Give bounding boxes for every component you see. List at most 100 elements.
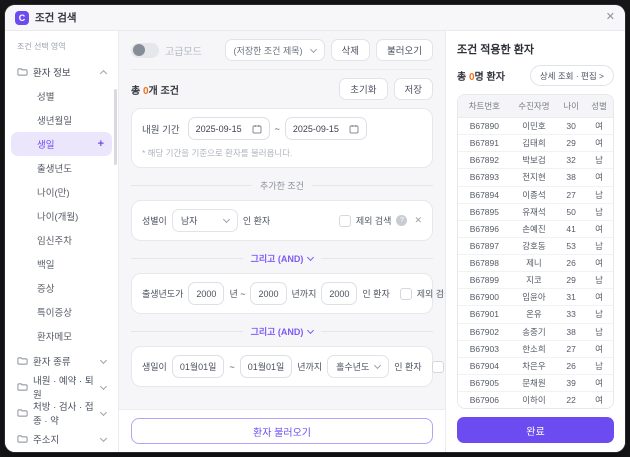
table-row[interactable]: B67900 임윤아 31 여 xyxy=(458,288,613,305)
divider-line xyxy=(131,69,433,70)
condition-value-input[interactable]: 2000 xyxy=(250,282,287,305)
sidebar-item-임신주차[interactable]: 임신주차 xyxy=(11,228,112,252)
saved-condition-select[interactable]: (저장한 조건 제목) xyxy=(224,39,325,61)
add-condition-icon[interactable]: + xyxy=(98,138,104,150)
table-row[interactable]: B67902 송중기 38 남 xyxy=(458,322,613,340)
condition-value-input[interactable]: 01월01일 xyxy=(171,355,225,378)
sidebar-item-환자메모[interactable]: 환자메모 xyxy=(11,324,112,348)
sidebar-item-출생년도[interactable]: 출생년도 xyxy=(11,156,112,180)
table-cell: 여 xyxy=(595,292,603,303)
sidebar-folder-주소지[interactable]: 주소지 xyxy=(11,426,112,452)
table-row[interactable]: B67895 유재석 50 남 xyxy=(458,202,613,220)
sidebar-item-label: 성별 xyxy=(37,92,55,103)
dialog-title: 조건 검색 xyxy=(35,12,77,24)
chevron-down-icon xyxy=(99,356,108,364)
condition-input-value: 2000 xyxy=(258,288,279,299)
sidebar-item-백일[interactable]: 백일 xyxy=(11,252,112,276)
table-row[interactable]: B67891 김태희 29 여 xyxy=(458,134,613,151)
table-cell: B67901 xyxy=(469,309,499,320)
toggle-knob xyxy=(133,44,145,56)
table-row[interactable]: B67901 온유 33 남 xyxy=(458,305,613,322)
condition-value-input[interactable]: 2000 xyxy=(321,282,358,305)
table-row[interactable]: B67904 차은우 26 남 xyxy=(458,356,613,374)
folder-icon xyxy=(17,409,28,417)
calendar-icon xyxy=(349,124,359,133)
table-row[interactable]: B67893 전지현 38 여 xyxy=(458,168,613,185)
condition-text: 인 환자 xyxy=(362,289,390,299)
sidebar-item-증상[interactable]: 증상 xyxy=(11,276,112,300)
table-cell: 이하이 xyxy=(522,395,546,406)
sidebar-item-생일[interactable]: 생일 + xyxy=(11,132,112,156)
delete-button[interactable]: 삭제 xyxy=(330,39,371,61)
sidebar: 조건 선택 영역 환자 정보 성별 생년월일 생일 + 출생년도 나이(만) 나이(개월) 임… xyxy=(5,31,119,452)
visit-to-value: 2025-09-15 xyxy=(292,123,339,134)
visit-from-input[interactable]: 2025-09-15 xyxy=(187,117,270,140)
calendar-icon xyxy=(252,124,262,133)
table-row[interactable]: B67906 이하이 22 여 xyxy=(458,391,613,408)
advanced-mode-toggle[interactable]: 고급모드 xyxy=(131,42,202,58)
exclude-checkbox[interactable] xyxy=(338,214,351,227)
sidebar-item-나이(개월)[interactable]: 나이(개월) xyxy=(11,204,112,228)
toggle-track[interactable] xyxy=(131,42,159,58)
table-row[interactable]: B67894 이종석 27 남 xyxy=(458,185,613,203)
chevron-up-icon xyxy=(99,69,108,78)
table-cell: B67890 xyxy=(469,121,499,132)
table-row[interactable]: B67892 박보검 32 남 xyxy=(458,151,613,168)
table-row[interactable]: B67890 이민호 30 여 xyxy=(458,118,613,134)
saved-condition-select-value: (저장한 조건 제목) xyxy=(233,45,303,56)
sidebar-item-생년월일[interactable]: 생년월일 xyxy=(11,108,112,132)
table-row[interactable]: B67898 제니 26 여 xyxy=(458,254,613,271)
table-cell: 유재석 xyxy=(522,206,546,217)
remove-condition-icon[interactable]: ✕ xyxy=(414,215,422,226)
done-button[interactable]: 완료 xyxy=(457,417,614,443)
table-cell: 26 xyxy=(566,258,576,269)
visit-to-input[interactable]: 2025-09-15 xyxy=(284,117,367,140)
table-row[interactable]: B67896 손예진 41 여 xyxy=(458,219,613,237)
patient-table: 차트번호 수진자명 나이 성별 B67890 이민호 30 여 B67891 김태희 29 여 B67… xyxy=(457,94,614,409)
condition-value-select[interactable]: 홀수년도 xyxy=(327,355,390,378)
sidebar-folder-환자 종류[interactable]: 환자 종류 xyxy=(11,348,112,374)
table-cell: 남 xyxy=(595,189,603,200)
table-cell: 박보검 xyxy=(522,155,546,166)
sidebar-scrollbar[interactable] xyxy=(114,89,117,165)
table-cell: 임윤아 xyxy=(522,292,546,303)
sidebar-item-label: 임신주차 xyxy=(37,236,72,247)
table-row[interactable]: B67905 문채원 39 여 xyxy=(458,373,613,391)
sidebar-folder-내원 · 예약 · 퇴원[interactable]: 내원 · 예약 · 퇴원 xyxy=(11,374,112,401)
table-cell: 이민호 xyxy=(522,121,546,132)
help-icon[interactable]: ? xyxy=(396,215,408,226)
sidebar-item-나이(만)[interactable]: 나이(만) xyxy=(11,180,112,204)
reset-button[interactable]: 초기화 xyxy=(339,78,388,100)
close-icon[interactable]: ✕ xyxy=(606,12,615,23)
and-divider-label: 그리고 (AND) xyxy=(250,327,304,337)
detail-edit-button[interactable]: 상세 조회 · 편집 > xyxy=(529,65,614,86)
sidebar-item-성별[interactable]: 성별 xyxy=(11,84,112,108)
sidebar-group-patient-info[interactable]: 환자 정보 xyxy=(11,60,112,84)
load-button[interactable]: 불러오기 xyxy=(376,39,433,61)
save-button[interactable]: 저장 xyxy=(393,78,433,100)
exclude-checkbox[interactable] xyxy=(431,360,444,373)
sidebar-item-label: 백일 xyxy=(37,260,55,271)
visit-period-card: 내원 기간 2025-09-15 ~ 2025-09-15 * 해당 기간을 기… xyxy=(131,108,433,168)
table-cell: B67902 xyxy=(469,326,499,337)
sidebar-item-특이증상[interactable]: 특이증상 xyxy=(11,300,112,324)
condition-value-input[interactable]: 2000 xyxy=(188,282,225,305)
table-row[interactable]: B67897 강호동 53 남 xyxy=(458,236,613,254)
chevron-down-icon xyxy=(99,408,108,416)
table-cell: 33 xyxy=(566,309,576,320)
table-row[interactable]: B67903 한소희 27 여 xyxy=(458,339,613,357)
exclude-checkbox[interactable] xyxy=(399,287,412,300)
chevron-down-icon xyxy=(99,434,108,442)
condition-value-select[interactable]: 남자 xyxy=(171,209,238,232)
table-row[interactable]: B67899 지코 29 남 xyxy=(458,271,613,288)
condition-text: 년까지 xyxy=(297,362,323,372)
condition-value-input[interactable]: 01월01일 xyxy=(239,355,293,378)
sidebar-folder-처방 · 검사 · 접종 · 약[interactable]: 처방 · 검사 · 접종 · 약 xyxy=(11,400,112,427)
condition-input-value: 01월01일 xyxy=(179,362,217,372)
load-patients-button[interactable]: 환자 불러오기 xyxy=(131,418,433,444)
table-cell: 제니 xyxy=(526,258,542,269)
table-cell: 온유 xyxy=(526,309,542,320)
sidebar-item-list: 성별생년월일 생일 + 출생년도 나이(만) 나이(개월) 임신주차백일증상 특이증상 환자메모 xyxy=(11,84,112,348)
table-cell: 여 xyxy=(595,138,603,149)
table-cell: 여 xyxy=(595,377,603,388)
